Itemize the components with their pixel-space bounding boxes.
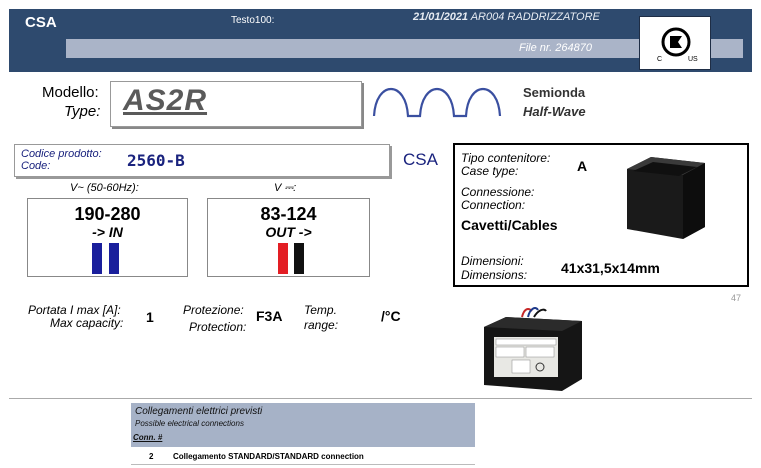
input-wire-2: [109, 243, 119, 274]
connection-row-num: 2: [149, 452, 154, 461]
product-photo: [482, 305, 586, 393]
header-doc-title: AR004 RADDRIZZATORE: [470, 11, 600, 23]
connection-row-text: Collegamento STANDARD/STANDARD connectio…: [173, 452, 364, 461]
code-label-it: Codice prodotto:: [21, 148, 102, 160]
temp-label-en: range:: [304, 318, 339, 332]
temp-value: /°C: [381, 308, 401, 324]
testo-label: Testo100:: [231, 15, 275, 26]
connection-value: Cavetti/Cables: [461, 217, 558, 233]
capacity-value: 1: [146, 309, 154, 325]
connections-title-en: Possible electrical connections: [135, 419, 244, 428]
dimensions-label-en: Dimensions:: [461, 268, 528, 282]
output-voltage-label: V ⎓:: [274, 182, 297, 194]
code-value: 2560-B: [127, 151, 185, 170]
connection-label-it: Connessione:: [461, 185, 535, 199]
connection-label-en: Connection:: [461, 198, 526, 212]
case-info-box: Tipo contenitore: Case type: A Connessio…: [453, 143, 749, 287]
section-divider: [9, 398, 752, 399]
output-voltage-box: 83-124 OUT ->: [207, 198, 370, 277]
page-number: 47: [731, 293, 742, 303]
brand-label: CSA: [25, 14, 57, 31]
product-code-box: Codice prodotto: Code: 2560-B: [14, 144, 390, 177]
dimensions-label-it: Dimensioni:: [461, 254, 524, 268]
output-range: 83-124: [260, 204, 317, 224]
input-range: 190-280: [74, 204, 141, 224]
header-date-title: 21/01/2021 AR004 RADDRIZZATORE: [413, 11, 600, 23]
case-type-label-it: Tipo contenitore:: [461, 151, 551, 165]
temp-label-it: Temp.: [304, 303, 337, 317]
half-wave-icon: [372, 80, 512, 125]
header-date: 21/01/2021: [413, 11, 469, 23]
connections-col-header: Conn. #: [133, 433, 163, 442]
wave-label-it: Semionda: [523, 85, 586, 100]
protection-label-it: Protezione:: [183, 303, 244, 317]
input-voltage-label: V~ (50-60Hz):: [70, 182, 139, 194]
capacity-label-it: Portata I max [A]:: [28, 303, 121, 317]
input-voltage-box: 190-280 -> IN: [27, 198, 188, 277]
connections-title-it: Collegamenti elettrici previsti: [135, 406, 263, 417]
file-number: File nr. 264870: [519, 42, 592, 54]
case-image: [621, 155, 709, 246]
wave-label-en: Half-Wave: [523, 104, 586, 119]
model-label-en: Type:: [64, 103, 101, 120]
csa-us-logo: C US: [639, 16, 711, 70]
input-direction: -> IN: [92, 224, 123, 240]
case-type-value: A: [577, 158, 588, 174]
connections-header: Collegamenti elettrici previsti Possible…: [131, 403, 475, 447]
protection-value: F3A: [256, 308, 283, 324]
svg-text:US: US: [688, 56, 698, 63]
output-direction: OUT ->: [265, 224, 312, 240]
svg-text:C: C: [657, 56, 662, 63]
code-brand: CSA: [403, 150, 438, 169]
case-type-label-en: Case type:: [461, 164, 519, 178]
capacity-label-en: Max capacity:: [50, 316, 124, 330]
protection-label-en: Protection:: [189, 320, 247, 334]
document-header: CSA Testo100: 21/01/2021 AR004 RADDRIZZA…: [9, 9, 752, 72]
connection-row-line: [131, 464, 475, 465]
dimensions-value: 41x31,5x14mm: [561, 260, 660, 276]
input-wire-1: [92, 243, 102, 274]
code-label-en: Code:: [21, 160, 51, 172]
model-label-it: Modello:: [42, 84, 99, 101]
model-box: AS2R: [110, 81, 362, 127]
output-wire-1: [278, 243, 288, 274]
output-wire-2: [294, 243, 304, 274]
model-value: AS2R: [123, 84, 208, 117]
